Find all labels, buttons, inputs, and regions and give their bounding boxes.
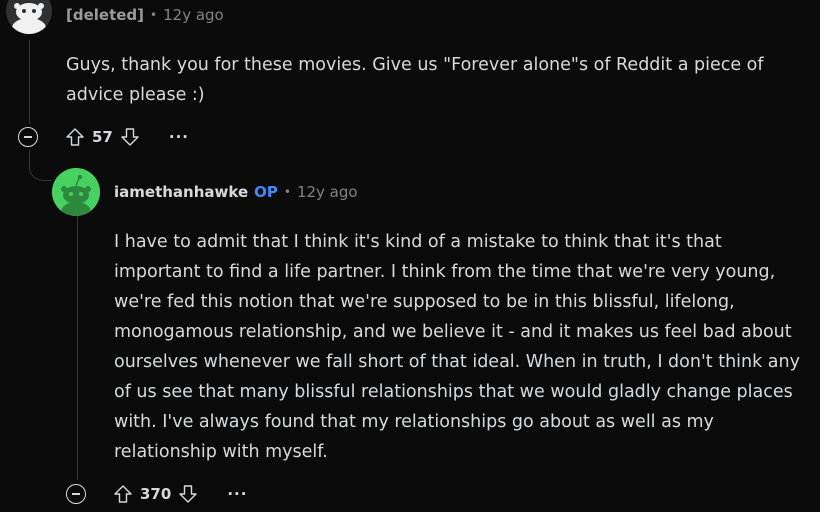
downvote-arrow-icon [179, 485, 198, 503]
reply-connector [29, 150, 52, 181]
collapse-thread-button[interactable] [66, 484, 86, 504]
snoo-green-avatar-icon [52, 168, 100, 216]
comment-meta: [deleted] • 12y ago [66, 4, 224, 26]
timestamp[interactable]: 12y ago [297, 183, 358, 201]
more-options-button[interactable]: ··· [169, 130, 189, 145]
upvote-button[interactable] [64, 126, 86, 148]
upvote-button[interactable] [112, 483, 134, 505]
thread-line[interactable] [77, 216, 78, 480]
vote-controls: 370 [112, 483, 199, 505]
minus-icon [24, 136, 32, 138]
downvote-arrow-icon [121, 128, 139, 146]
avatar[interactable] [6, 0, 52, 34]
vote-controls: 57 [64, 126, 141, 148]
minus-icon [72, 493, 80, 495]
downvote-button[interactable] [119, 126, 141, 148]
upvote-arrow-icon [66, 128, 84, 146]
avatar[interactable] [52, 168, 100, 216]
vote-score: 57 [92, 128, 113, 146]
comment-body: Guys, thank you for these movies. Give u… [66, 55, 764, 105]
thread-line[interactable] [29, 40, 30, 124]
separator-dot: • [150, 8, 158, 22]
snoo-default-avatar-icon [12, 3, 46, 34]
op-badge: OP [254, 183, 278, 201]
author-name[interactable]: iamethanhawke [114, 183, 248, 201]
author-name[interactable]: [deleted] [66, 6, 144, 24]
upvote-arrow-icon [114, 485, 132, 503]
comment-action-bar: 370 ··· [66, 480, 247, 508]
comment-thread: [deleted] • 12y ago Guys, thank you for … [0, 0, 820, 512]
comment-body: I have to admit that I think it's kind o… [114, 232, 800, 462]
vote-score: 370 [140, 485, 172, 503]
collapse-thread-button[interactable] [18, 127, 38, 147]
downvote-button[interactable] [177, 483, 199, 505]
separator-dot: • [283, 185, 291, 199]
more-options-button[interactable]: ··· [227, 487, 247, 502]
comment-meta: iamethanhawke OP • 12y ago [114, 181, 358, 203]
comment-action-bar: 57 ··· [18, 123, 189, 151]
timestamp[interactable]: 12y ago [163, 6, 224, 24]
